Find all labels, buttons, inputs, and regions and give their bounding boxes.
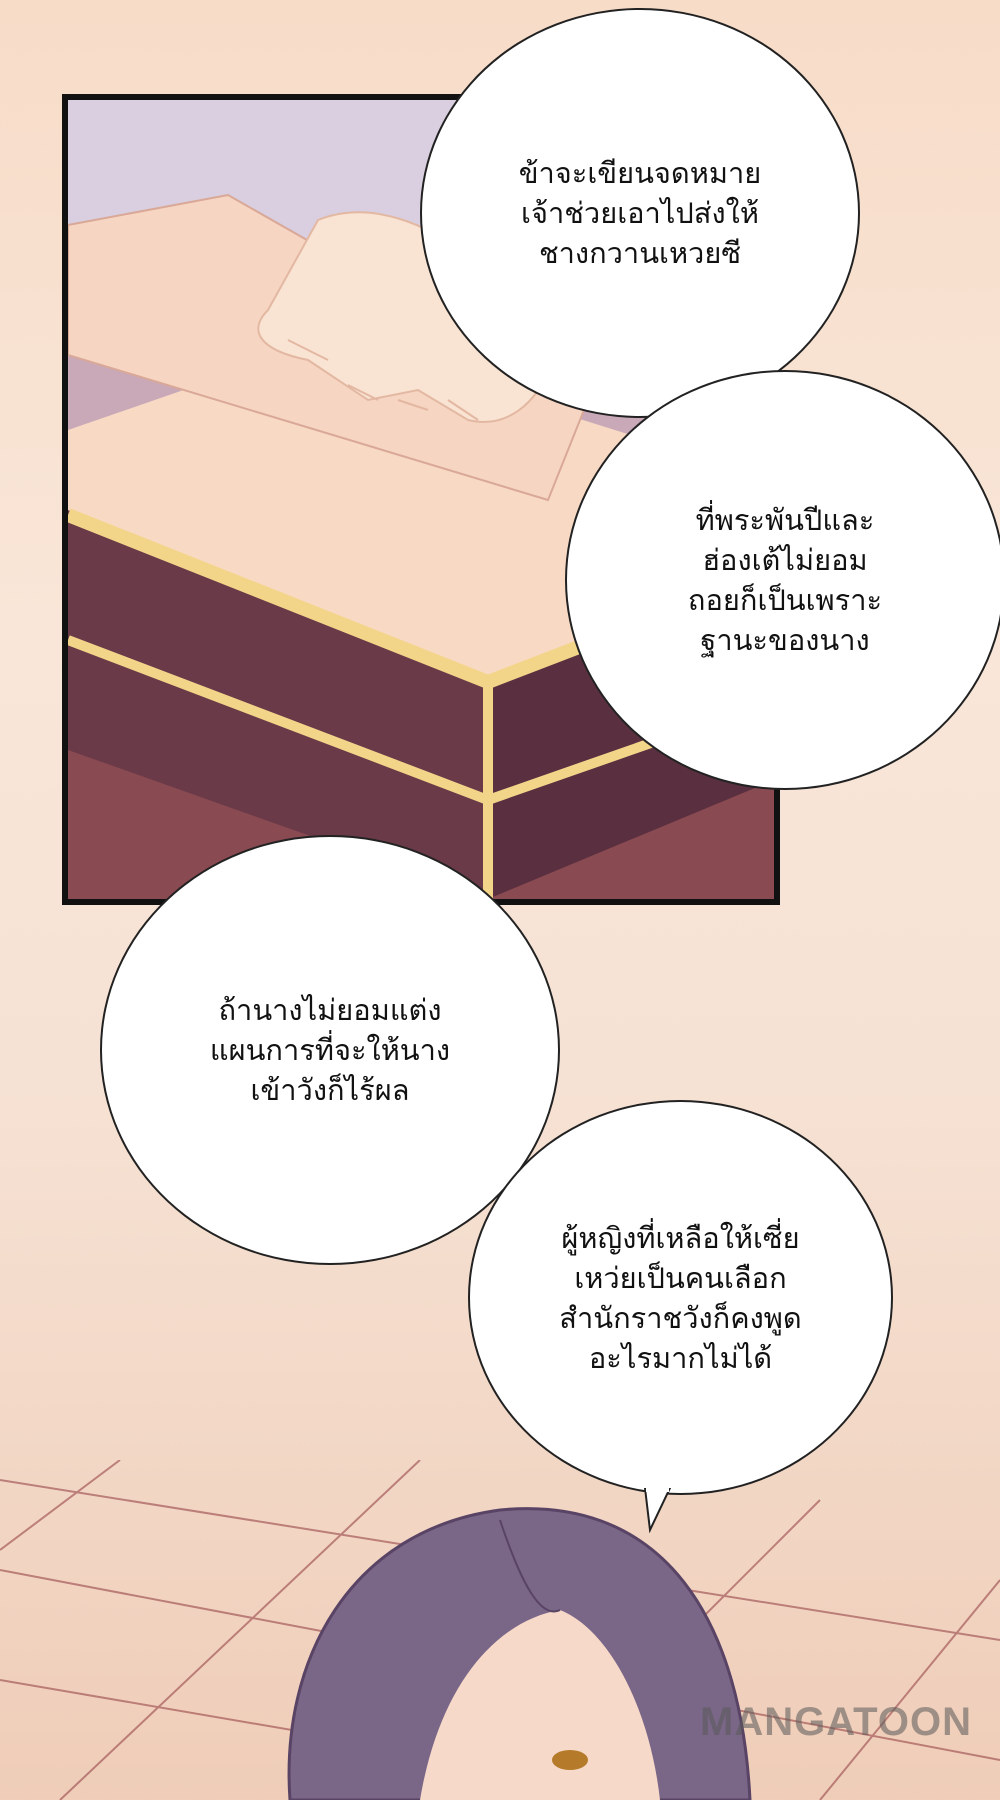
speech-bubble-text: ถ้านางไม่ยอมแต่ง แผนการที่จะให้นาง เข้าว… <box>209 993 451 1107</box>
character-head <box>287 1507 752 1800</box>
watermark-logo: MANGATOON <box>700 1700 972 1744</box>
speech-bubble-2: ที่พระพันปีและ ฮ่องเต้ไม่ยอม ถอยก็เป็นเพ… <box>565 370 1000 790</box>
speech-bubble-4: ผู้หญิงที่เหลือให้เซี่ย เหว่ยเป็นคนเลือก… <box>468 1100 893 1495</box>
speech-bubble-3: ถ้านางไม่ยอมแต่ง แผนการที่จะให้นาง เข้าว… <box>100 835 560 1265</box>
speech-bubble-1: ข้าจะเขียนจดหมาย เจ้าช่วยเอาไปส่งให้ ชาง… <box>420 8 860 418</box>
speech-bubble-text: ที่พระพันปีและ ฮ่องเต้ไม่ยอม ถอยก็เป็นเพ… <box>687 503 883 657</box>
speech-bubble-text: ข้าจะเขียนจดหมาย เจ้าช่วยเอาไปส่งให้ ชาง… <box>518 156 762 270</box>
speech-bubble-text: ผู้หญิงที่เหลือให้เซี่ย เหว่ยเป็นคนเลือก… <box>559 1220 802 1375</box>
